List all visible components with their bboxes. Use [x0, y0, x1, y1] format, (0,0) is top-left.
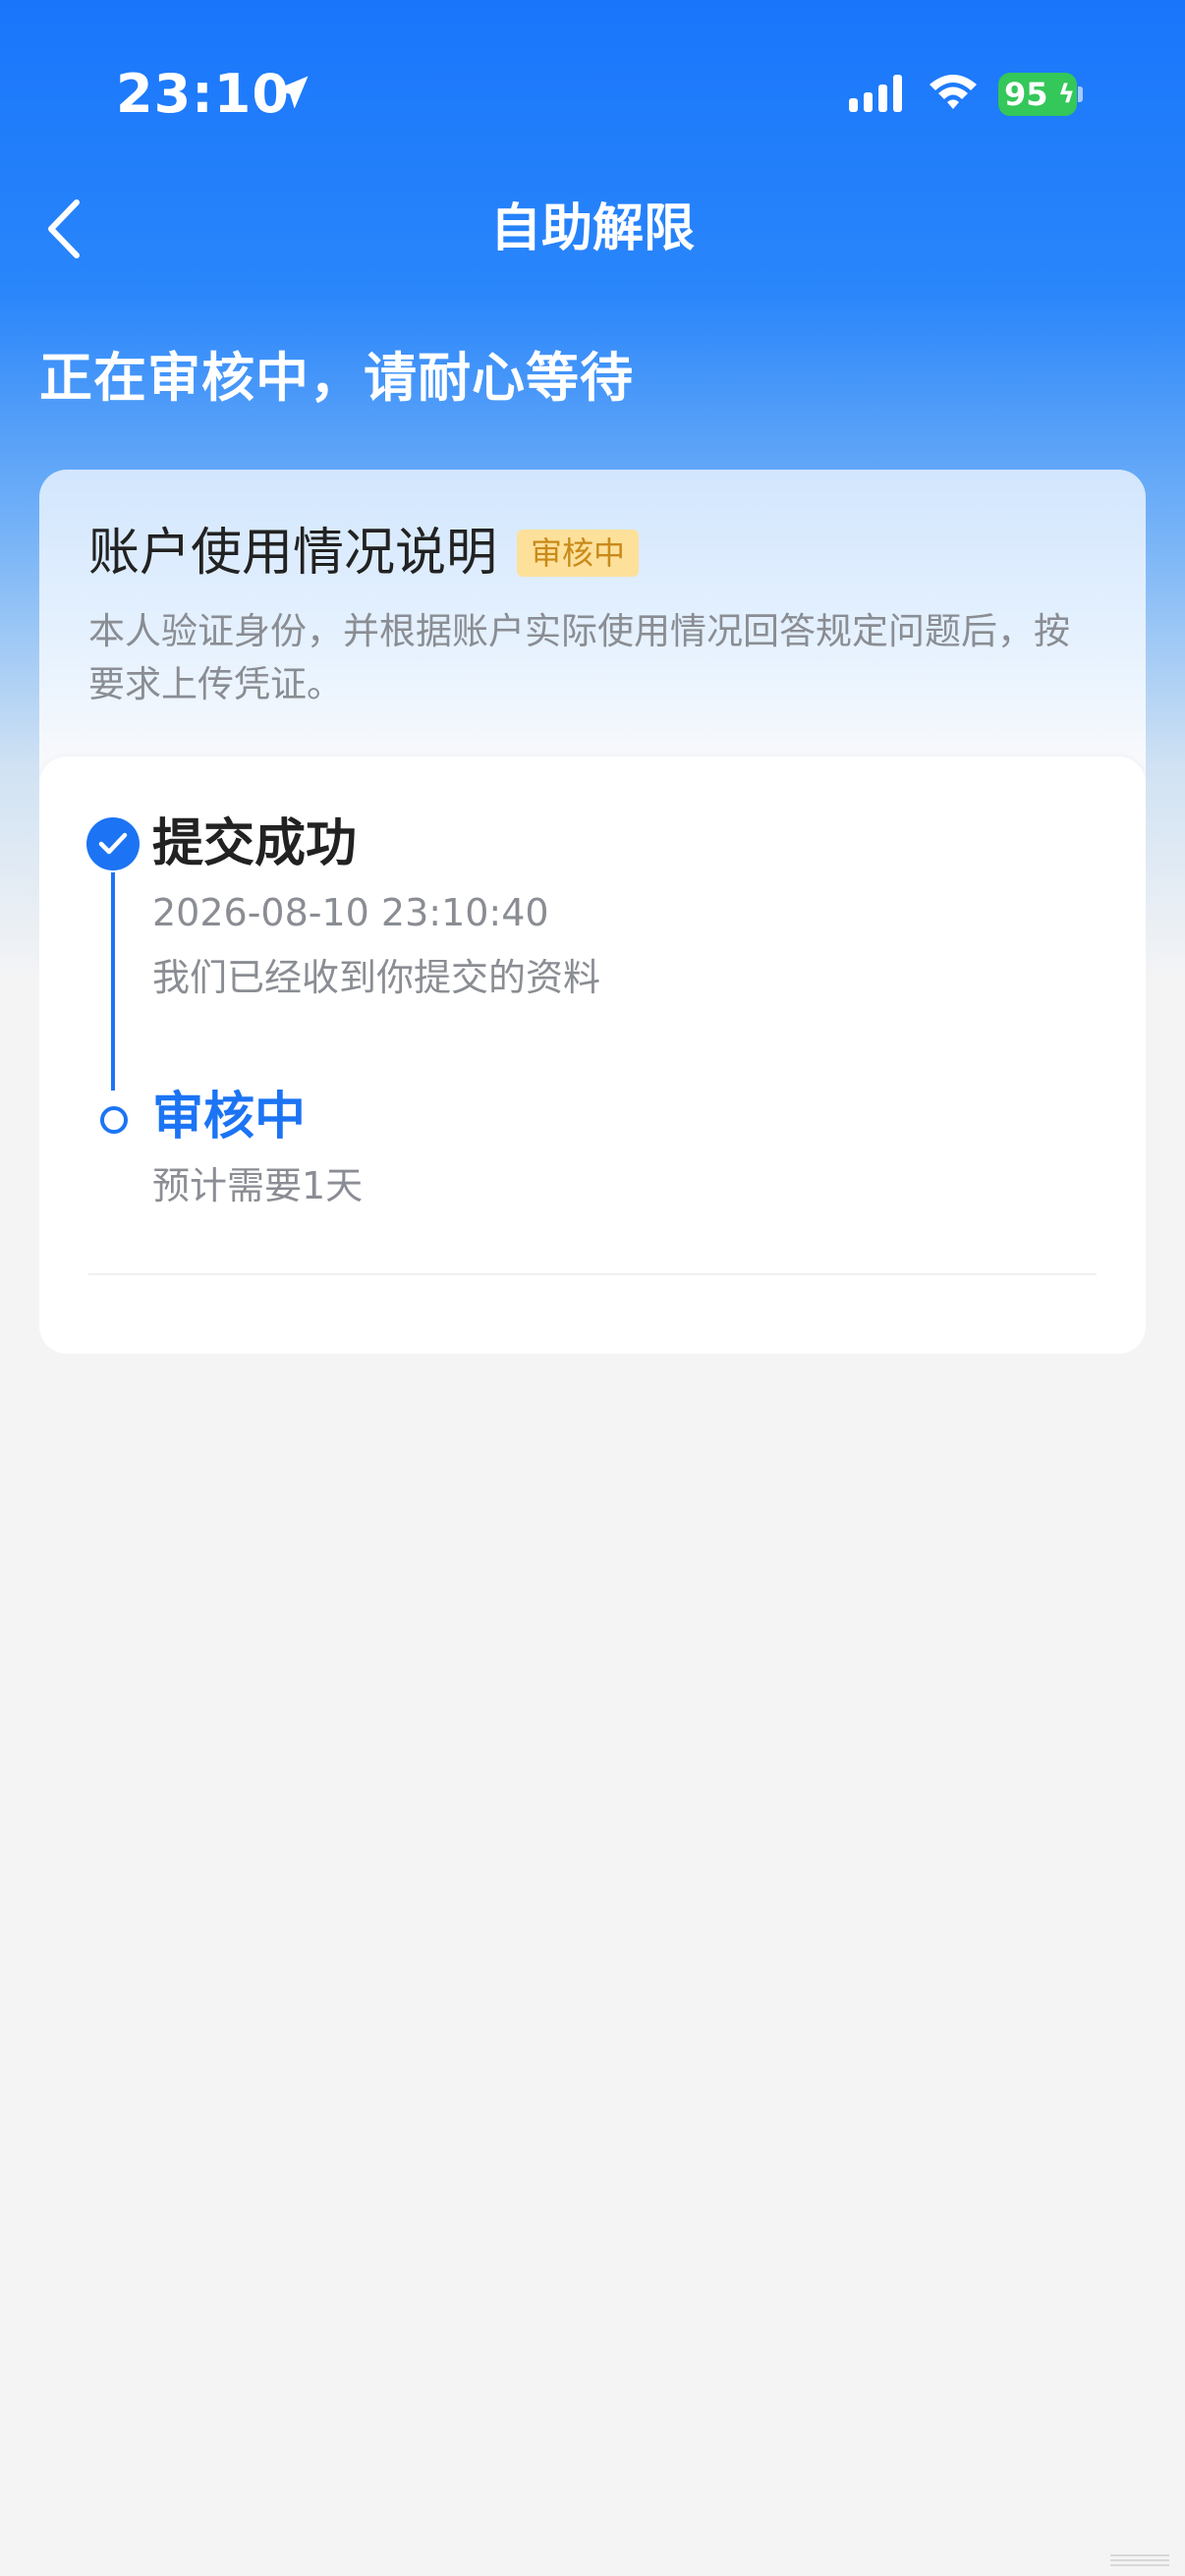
step-reviewing-note: 预计需要1天: [152, 1164, 364, 1207]
battery-icon: 95 ϟ: [998, 73, 1077, 116]
battery-level: 95: [1004, 76, 1048, 113]
account-usage-card: 账户使用情况说明 审核中 本人验证身份，并根据账户实际使用情况回答规定问题后，按要…: [39, 470, 1146, 1354]
cellular-signal-icon: [849, 75, 902, 112]
step-reviewing-title: 审核中: [152, 1088, 307, 1147]
location-arrow-icon: [275, 76, 309, 109]
review-status-heading: 正在审核中，请耐心等待: [39, 347, 634, 409]
timeline-connector: [111, 872, 115, 1091]
card-title: 账户使用情况说明: [88, 524, 498, 583]
corner-grip-icon: [1110, 2554, 1169, 2566]
step-submitted-title: 提交成功: [152, 814, 358, 873]
current-step-circle-icon: [100, 1106, 128, 1134]
step-submitted-time: 2026-08-10 23:10:40: [152, 891, 549, 934]
status-bar: 23:10 95 ϟ: [0, 0, 1185, 187]
charging-bolt-icon: ϟ: [1057, 80, 1075, 109]
status-badge: 审核中: [517, 530, 640, 577]
wifi-icon: [930, 75, 977, 109]
card-description: 本人验证身份，并根据账户实际使用情况回答规定问题后，按要求上传凭证。: [88, 610, 1070, 705]
battery-cap: [1078, 86, 1083, 102]
divider: [88, 1273, 1097, 1275]
page-title: 自助解限: [489, 199, 695, 258]
status-time: 23:10: [116, 63, 290, 125]
card-header: 账户使用情况说明 审核中 本人验证身份，并根据账户实际使用情况回答规定问题后，按要…: [88, 519, 1100, 711]
step-submitted-note: 我们已经收到你提交的资料: [152, 956, 601, 999]
timeline-panel: 提交成功 2026-08-10 23:10:40 我们已经收到你提交的资料 审核…: [39, 756, 1146, 1354]
check-circle-icon: [86, 817, 140, 870]
